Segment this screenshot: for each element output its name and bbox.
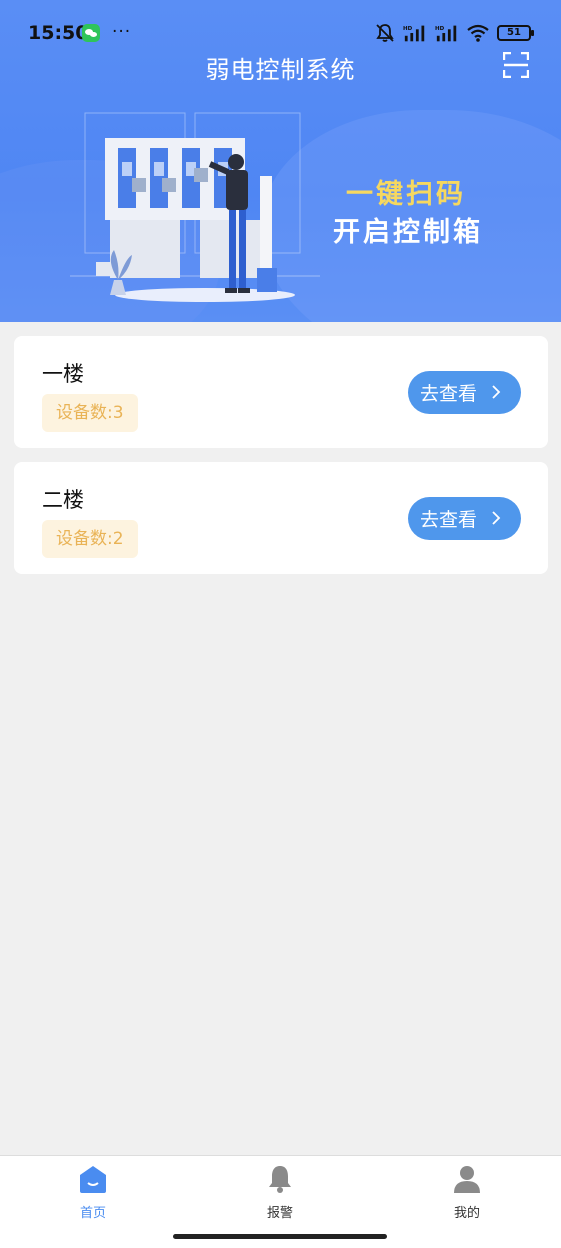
- floor-card: 二楼 设备数:2 去查看: [14, 462, 548, 574]
- battery-icon: 51: [497, 25, 534, 41]
- tab-label: 报警: [266, 1206, 293, 1221]
- floor-list: 一楼 设备数:3 去查看 二楼 设备数:2 去查看: [14, 336, 548, 588]
- banner-subheadline: 开启控制箱: [333, 217, 483, 248]
- page-title: 弱电控制系统: [205, 56, 356, 84]
- user-icon: [454, 1166, 480, 1193]
- floor-name: 二楼: [42, 488, 84, 512]
- banner-headline: 一键扫码: [346, 179, 466, 210]
- tab-alarm[interactable]: 报警: [240, 1164, 320, 1221]
- view-button-label: 去查看: [420, 383, 478, 405]
- wechat-icon: [82, 24, 100, 42]
- chevron-right-icon: [492, 385, 501, 399]
- more-notifications-icon: ···: [112, 22, 132, 42]
- home-indicator: [173, 1234, 387, 1239]
- floor-name: 一楼: [42, 362, 84, 386]
- view-floor-button[interactable]: 去查看: [408, 497, 521, 540]
- floor-card: 一楼 设备数:3 去查看: [14, 336, 548, 448]
- bell-icon: [269, 1166, 291, 1193]
- svg-text:HD: HD: [403, 26, 413, 32]
- signal-hd-icon: HD: [435, 25, 457, 42]
- header-banner: 15:50 ··· HD HD 51 弱电控制系统 一键扫码 开启控制箱: [0, 0, 561, 322]
- tab-mine[interactable]: 我的: [427, 1164, 507, 1221]
- tab-label: 首页: [79, 1206, 106, 1221]
- view-floor-button[interactable]: 去查看: [408, 371, 521, 414]
- signal-hd-icon: HD: [403, 25, 425, 42]
- chevron-right-icon: [492, 511, 501, 525]
- home-icon: [80, 1166, 106, 1193]
- bell-off-icon: [376, 24, 394, 42]
- device-count-badge: 设备数:2: [42, 520, 138, 558]
- svg-text:HD: HD: [435, 26, 445, 32]
- tab-home[interactable]: 首页: [53, 1164, 133, 1221]
- view-button-label: 去查看: [420, 509, 478, 531]
- wifi-icon: [467, 24, 489, 42]
- control-cabinet-illustration: [70, 112, 320, 302]
- status-indicators: HD HD 51: [375, 23, 534, 43]
- device-count-badge: 设备数:3: [42, 394, 138, 432]
- scan-icon[interactable]: [503, 52, 529, 78]
- status-time: 15:50: [28, 22, 89, 44]
- tab-label: 我的: [453, 1206, 480, 1221]
